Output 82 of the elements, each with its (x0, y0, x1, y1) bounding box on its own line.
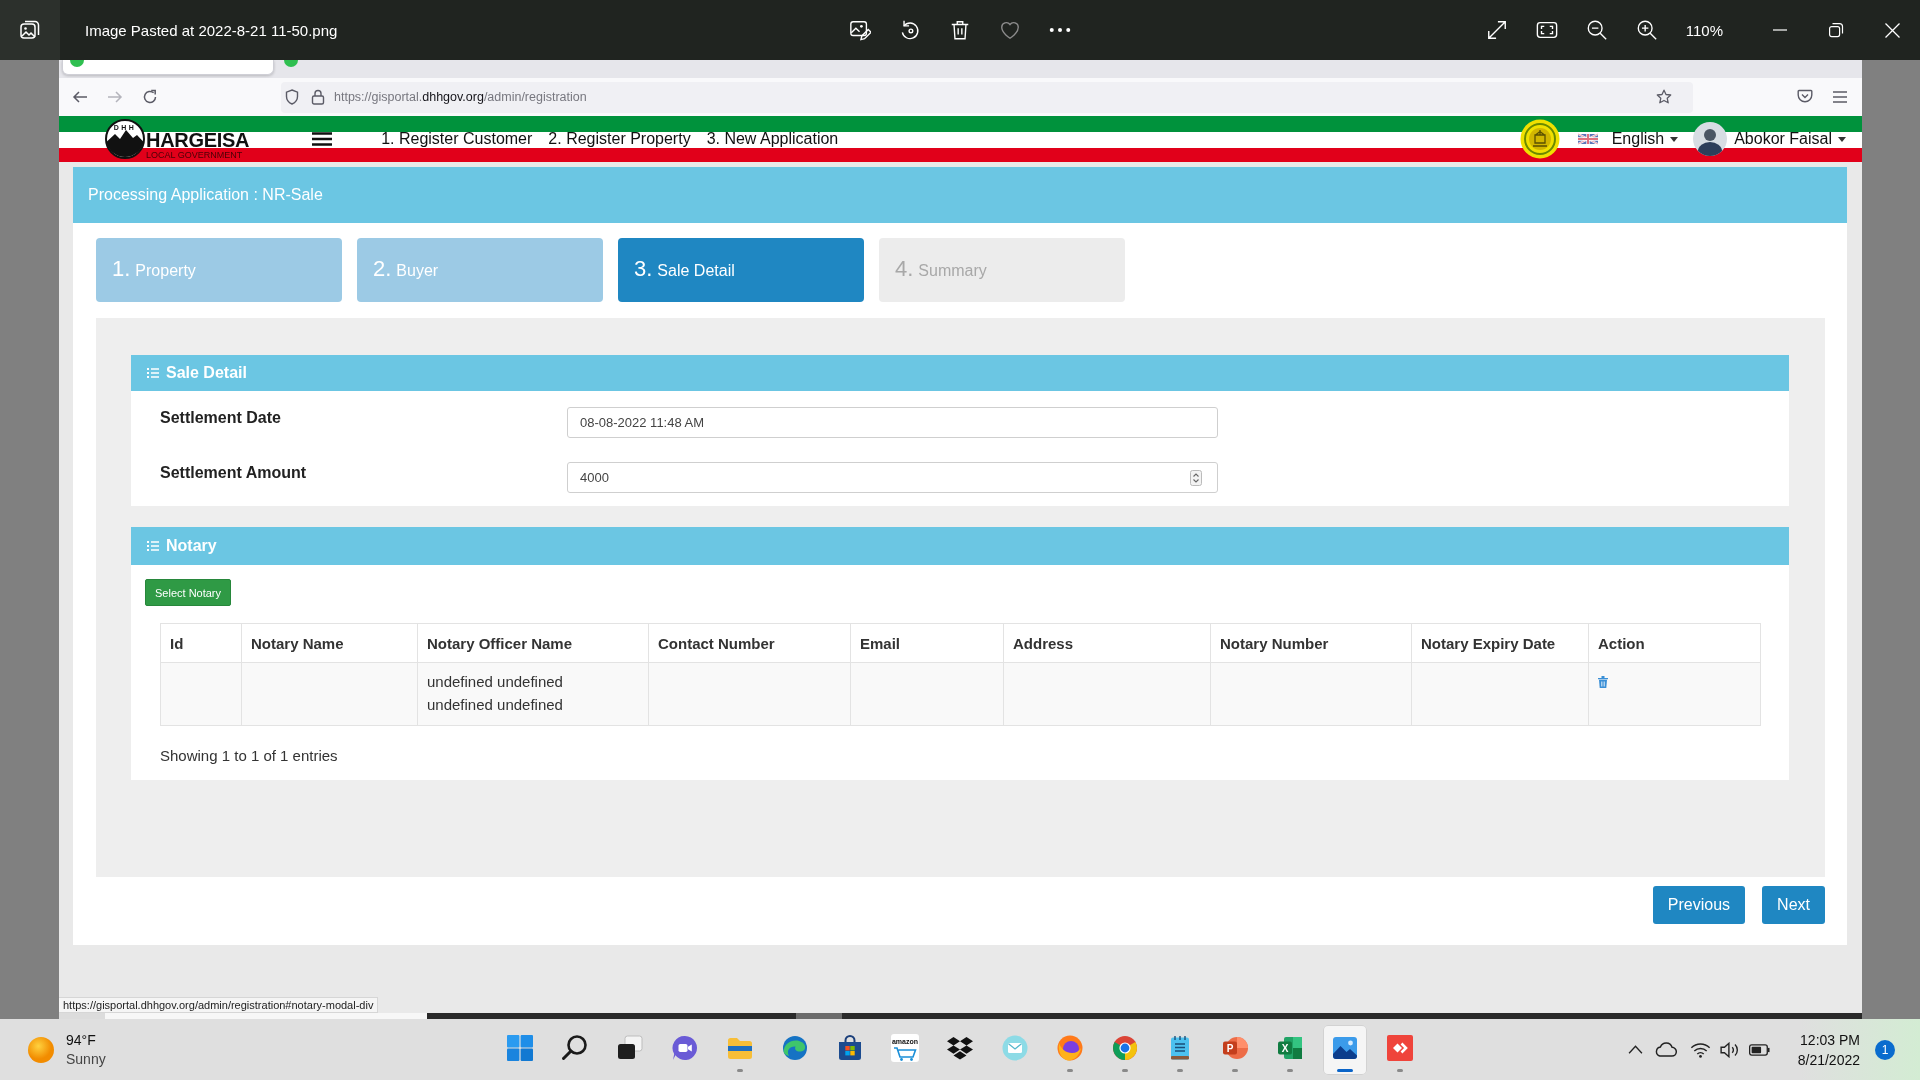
language-menu[interactable]: English (1577, 130, 1679, 148)
field-label: Settlement Amount (160, 463, 307, 483)
column-header: Contact Number (648, 623, 851, 663)
shield-icon[interactable] (285, 89, 299, 105)
wizard-step[interactable]: 3. Sale Detail (618, 238, 864, 302)
caret-icon (1670, 136, 1679, 142)
restore-icon[interactable] (1828, 22, 1844, 38)
user-menu[interactable]: Abokor Faisal (1693, 122, 1846, 156)
clock-time[interactable]: 12:03 PM (1800, 1029, 1860, 1050)
speaker-icon[interactable] (1719, 1041, 1740, 1058)
select-notary-button[interactable]: Select Notary (145, 579, 232, 606)
list-icon (147, 368, 159, 378)
nav-link[interactable]: 2. Register Property (548, 130, 691, 148)
date-field[interactable]: 08-08-2022 11:48 AM (567, 407, 1218, 438)
logo-title: HARGEISA (146, 130, 250, 150)
table-info: Showing 1 to 1 of 1 entries (160, 746, 338, 766)
list-icon (147, 541, 159, 551)
wifi-icon[interactable] (1689, 1041, 1711, 1058)
column-header: Notary Name (241, 623, 418, 663)
trash-icon[interactable] (949, 19, 971, 41)
start-icon[interactable] (506, 1033, 534, 1062)
taskbar-button[interactable]: X (1268, 1024, 1312, 1075)
clock-date[interactable]: 8/21/2022 (1797, 1049, 1860, 1070)
color-wheel-icon[interactable] (1111, 1033, 1139, 1062)
section-title: Notary (166, 537, 217, 555)
column-header: Notary Expiry Date (1411, 623, 1589, 663)
weather-temperature: 94°F (66, 1030, 97, 1050)
address-field[interactable]: https://gisportal.dhhgov.org/admin/registration (281, 81, 1693, 113)
cloud-icon[interactable] (1653, 1042, 1677, 1057)
column-header: Address (1003, 623, 1211, 663)
field-label: Settlement Date (160, 408, 281, 428)
status-url-text: https://gisportal.dhhgov.org/admin/registration#notary-modal-div (59, 997, 379, 1013)
more-icon[interactable] (1049, 27, 1071, 33)
camera-bubble-icon[interactable] (671, 1033, 699, 1062)
image-pencil-icon[interactable] (849, 19, 871, 41)
taskbar-button[interactable]: P (1213, 1024, 1257, 1075)
zoom-level: 110% (1685, 21, 1723, 39)
caret-icon (1838, 136, 1846, 142)
overlapping-windows-icon[interactable] (616, 1033, 644, 1062)
spinner-icon[interactable] (1190, 469, 1202, 486)
zoom-out-icon[interactable] (1585, 19, 1608, 41)
url-text: https://gisportal.dhhgov.org/admin/registration (334, 90, 587, 104)
star-icon[interactable] (1656, 89, 1672, 105)
column-header: Id (160, 623, 242, 663)
frame-corners-icon[interactable] (1535, 19, 1558, 41)
nav-link[interactable]: 3. New Application (706, 130, 839, 148)
emblem-icon (1519, 119, 1560, 159)
column-header: Action (1588, 623, 1761, 663)
table-cell: undefined undefined undefined undefined (417, 662, 649, 726)
section-title: Sale Detail (166, 364, 247, 382)
flag-icon (1577, 133, 1598, 145)
window-title: Image Pasted at 2022-8-21 11-50.png (85, 21, 338, 39)
nav-link[interactable]: 1. Register Customer (381, 130, 533, 148)
number-field[interactable]: 4000 (567, 462, 1218, 493)
battery-icon[interactable] (1748, 1043, 1770, 1056)
logo-subtitle: LOCAL GOVERNMENT (146, 150, 244, 160)
column-header: Email (850, 623, 1004, 663)
pouch-icon[interactable] (1797, 89, 1813, 105)
shopping-bag-icon[interactable] (836, 1033, 864, 1062)
weather-condition: Sunny (66, 1049, 106, 1069)
next-button[interactable]: Next (1762, 886, 1825, 924)
lock-icon[interactable] (311, 89, 325, 105)
menu-icon[interactable] (312, 132, 333, 146)
swirl-icon[interactable] (781, 1033, 809, 1062)
heart-icon[interactable] (999, 19, 1021, 41)
back-icon[interactable] (72, 89, 88, 105)
search-icon[interactable] (561, 1033, 589, 1062)
previous-button[interactable]: Previous (1652, 886, 1746, 924)
column-header: Notary Number (1210, 623, 1412, 663)
column-header: Notary Officer Name (417, 623, 649, 663)
fox-globe-icon[interactable] (1056, 1033, 1084, 1062)
page-title: Processing Application : NR-Sale (88, 186, 323, 204)
zoom-in-icon[interactable] (1635, 19, 1658, 41)
avatar-icon (1693, 122, 1728, 156)
reload-icon[interactable] (142, 89, 158, 105)
caret-up-icon[interactable] (1627, 1045, 1643, 1054)
close-icon[interactable] (1884, 22, 1900, 38)
notification-badge[interactable]: 1 (1875, 1039, 1895, 1060)
rotate-icon[interactable] (899, 19, 921, 41)
expand-icon[interactable] (1485, 19, 1508, 41)
taskbar-button[interactable] (1323, 1024, 1367, 1075)
gallery-icon (20, 20, 40, 40)
